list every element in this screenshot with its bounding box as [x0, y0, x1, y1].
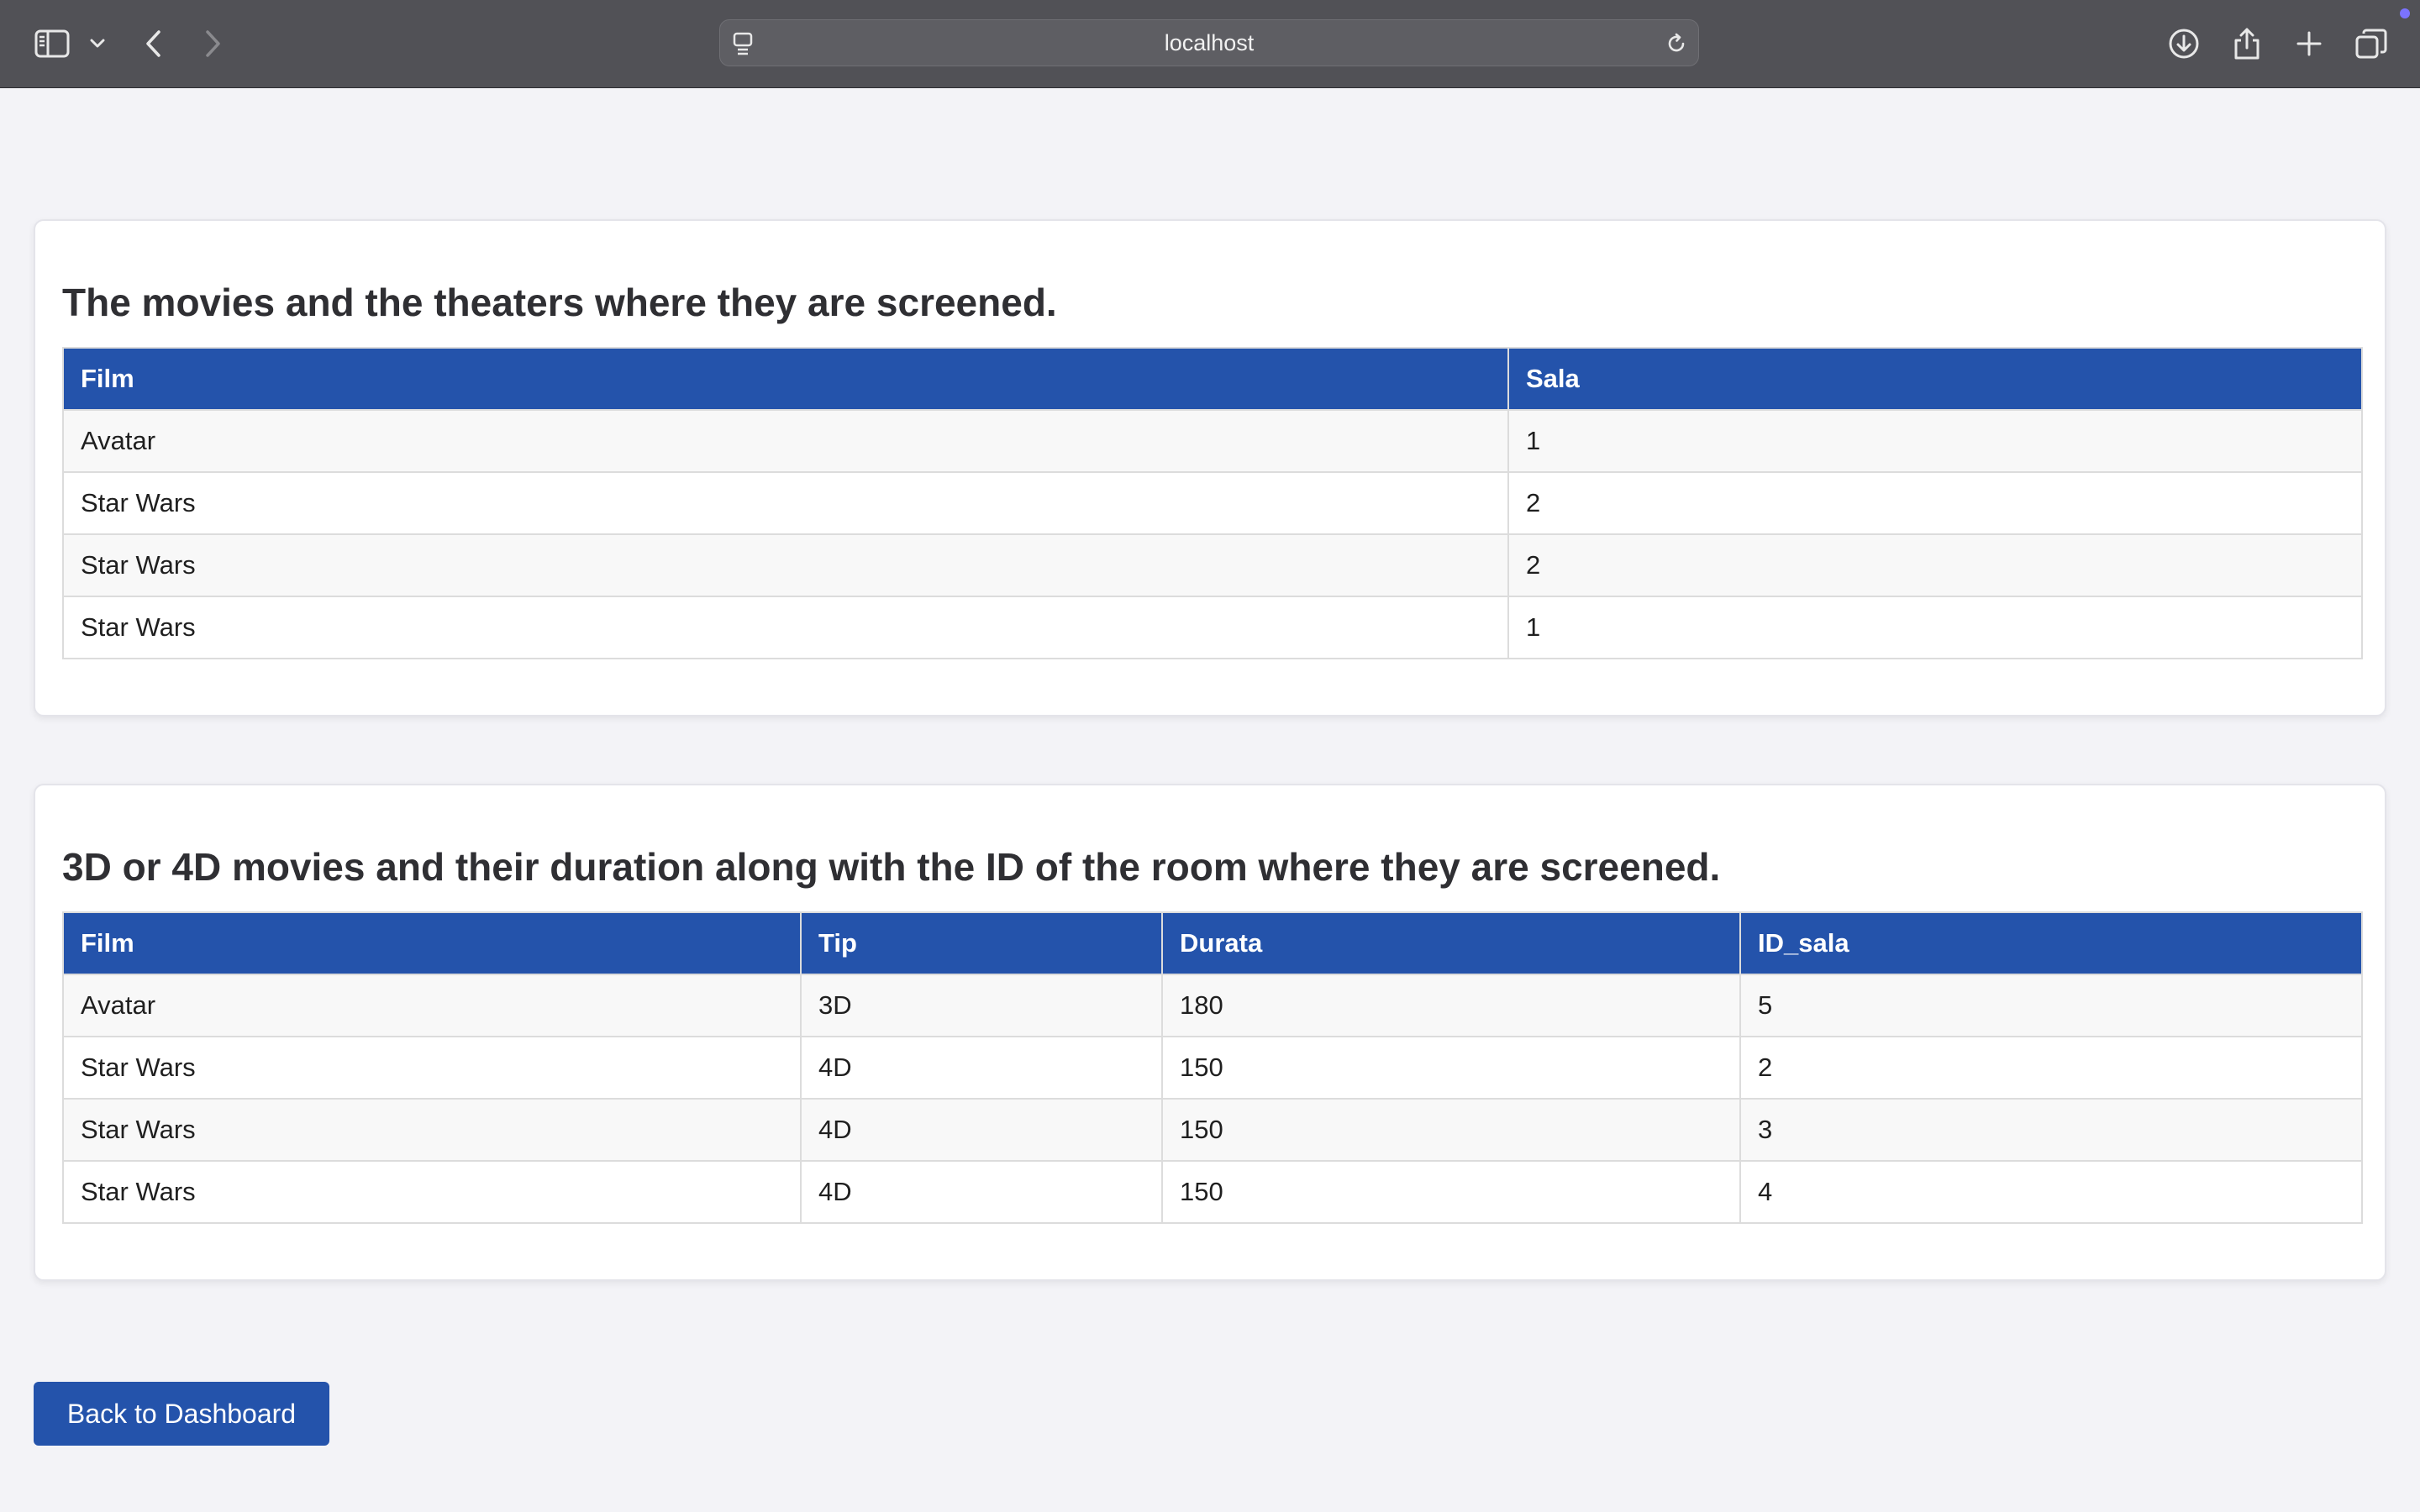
column-header-id-sala: ID_sala: [1739, 911, 2363, 975]
plus-icon[interactable]: [2284, 18, 2334, 69]
3d-4d-table: Film Tip Durata ID_sala Avatar 3D 180 5 …: [62, 911, 2363, 1224]
theaters-section: The movies and the theaters where they a…: [34, 219, 2386, 717]
cell-film: Star Wars: [62, 1160, 802, 1224]
cell-durata: 180: [1161, 974, 1741, 1037]
section-title: The movies and the theaters where they a…: [62, 281, 1057, 324]
table-row: Avatar 1: [62, 409, 2363, 473]
table-row: Star Wars 1: [62, 596, 2363, 659]
theaters-table: Film Sala Avatar 1 Star Wars 2 Star Wars…: [62, 347, 2363, 659]
cell-id-sala: 3: [1739, 1098, 2363, 1162]
column-header-film: Film: [62, 347, 1509, 411]
3d-4d-section: 3D or 4D movies and their duration along…: [34, 784, 2386, 1281]
cell-durata: 150: [1161, 1160, 1741, 1224]
cell-film: Star Wars: [62, 596, 1509, 659]
download-icon[interactable]: [2159, 18, 2209, 69]
cell-film: Star Wars: [62, 1036, 802, 1100]
table-row: Star Wars 2: [62, 471, 2363, 535]
table-header-row: Film Sala: [62, 347, 2363, 411]
cell-film: Star Wars: [62, 471, 1509, 535]
cell-film: Star Wars: [62, 1098, 802, 1162]
browser-toolbar: localhost: [0, 0, 2420, 88]
table-row: Star Wars 4D 150 2: [62, 1036, 2363, 1100]
sidebar-icon[interactable]: [27, 18, 77, 69]
cell-id-sala: 5: [1739, 974, 2363, 1037]
cell-sala: 2: [1507, 533, 2363, 597]
table-row: Star Wars 2: [62, 533, 2363, 597]
cell-durata: 150: [1161, 1098, 1741, 1162]
cell-film: Avatar: [62, 974, 802, 1037]
tabs-overview-icon[interactable]: [2346, 18, 2396, 69]
table-row: Star Wars 4D 150 4: [62, 1160, 2363, 1224]
section-title: 3D or 4D movies and their duration along…: [62, 845, 1721, 889]
cell-durata: 150: [1161, 1036, 1741, 1100]
cell-id-sala: 2: [1739, 1036, 2363, 1100]
cell-tip: 3D: [800, 974, 1163, 1037]
cell-film: Avatar: [62, 409, 1509, 473]
table-header-row: Film Tip Durata ID_sala: [62, 911, 2363, 975]
table-row: Star Wars 4D 150 3: [62, 1098, 2363, 1162]
back-to-dashboard-button[interactable]: Back to Dashboard: [34, 1382, 329, 1446]
address-bar[interactable]: localhost: [719, 19, 1699, 66]
column-header-durata: Durata: [1161, 911, 1741, 975]
cell-id-sala: 4: [1739, 1160, 2363, 1224]
cell-sala: 2: [1507, 471, 2363, 535]
chevron-down-icon[interactable]: [72, 18, 123, 69]
cell-tip: 4D: [800, 1098, 1163, 1162]
reload-icon[interactable]: [1665, 32, 1688, 60]
chevron-left-icon[interactable]: [128, 18, 178, 69]
url-text: localhost: [1164, 29, 1255, 55]
share-icon[interactable]: [2222, 18, 2272, 69]
cell-tip: 4D: [800, 1036, 1163, 1100]
column-header-film: Film: [62, 911, 802, 975]
notification-dot: [2400, 8, 2410, 18]
cell-film: Star Wars: [62, 533, 1509, 597]
cell-sala: 1: [1507, 409, 2363, 473]
chevron-right-icon[interactable]: [188, 18, 239, 69]
cell-sala: 1: [1507, 596, 2363, 659]
table-row: Avatar 3D 180 5: [62, 974, 2363, 1037]
column-header-sala: Sala: [1507, 347, 2363, 411]
cell-tip: 4D: [800, 1160, 1163, 1224]
column-header-tip: Tip: [800, 911, 1163, 975]
